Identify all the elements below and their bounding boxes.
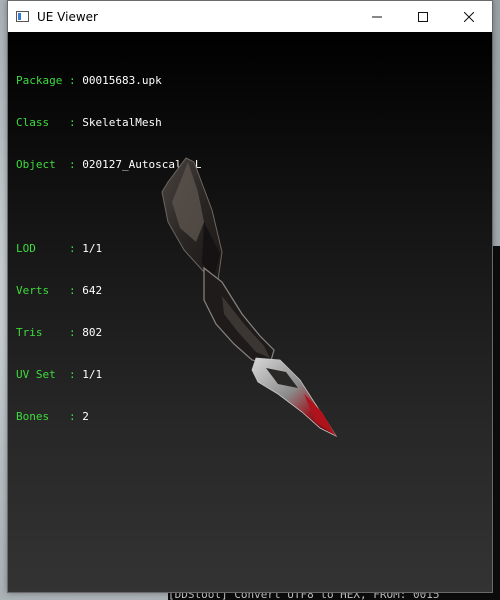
3d-viewport[interactable]: Package : 00015683.upk Class : SkeletalM… <box>8 32 492 592</box>
maximize-button[interactable] <box>400 1 446 32</box>
minimize-button[interactable] <box>354 1 400 32</box>
skeletal-mesh-render[interactable] <box>8 32 492 592</box>
background-console-bottom: [DDStool] Convert UTF8 to HEX, FROM: 001… <box>168 592 500 600</box>
title-bar[interactable]: UE Viewer <box>8 1 492 32</box>
minimize-icon <box>372 16 382 17</box>
background-console-line: [DDStool] Convert UTF8 to HEX, FROM: 001… <box>168 592 440 600</box>
close-icon <box>464 11 474 22</box>
app-icon <box>16 11 29 22</box>
window-controls <box>354 1 492 32</box>
window-title: UE Viewer <box>37 9 98 24</box>
close-button[interactable] <box>446 1 492 32</box>
maximize-icon <box>418 11 428 22</box>
ue-viewer-window[interactable]: UE Viewer Package : 00015683.upk Class :… <box>7 0 493 593</box>
